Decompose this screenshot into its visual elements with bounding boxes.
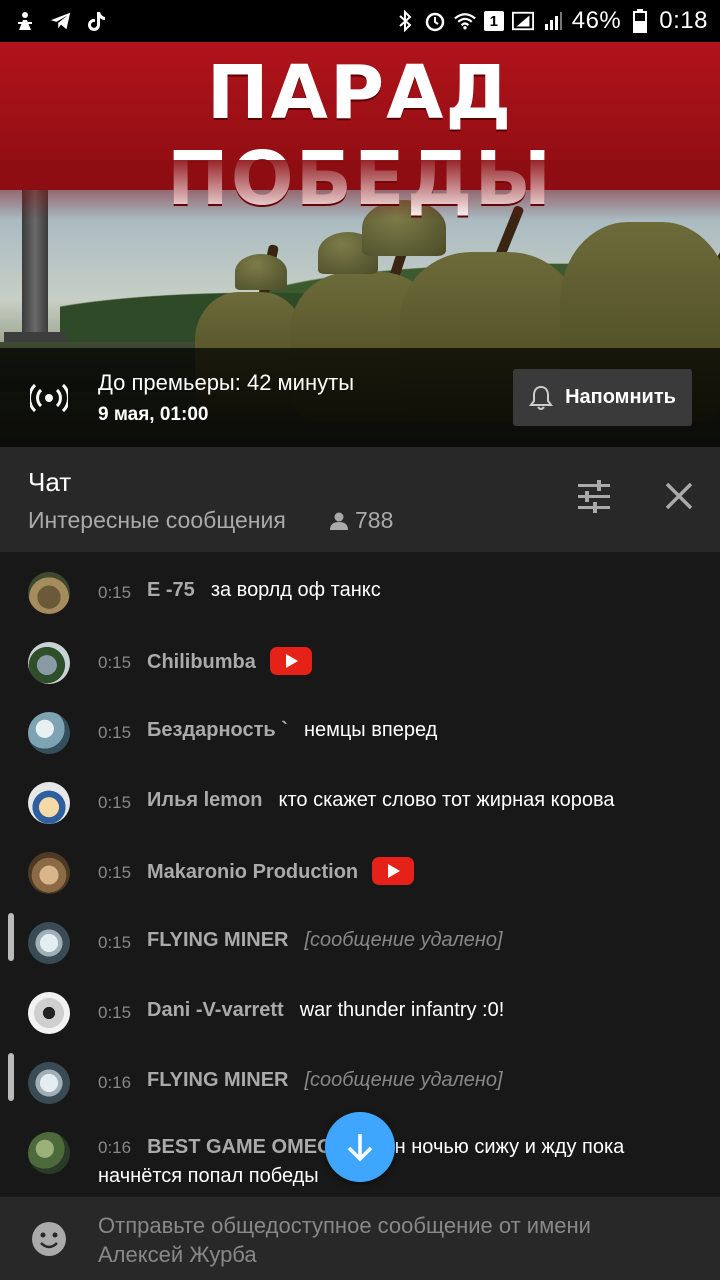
message-input[interactable]: Отправьте общедоступное сообщение от име… — [98, 1211, 658, 1269]
chat-message[interactable]: 0:15 FLYING MINER [сообщение удалено] — [0, 910, 720, 980]
chat-message[interactable]: 0:15 Бездарность ` немцы вперед — [0, 700, 720, 770]
message-text: за ворлд оф танкс — [210, 579, 381, 601]
thumbnail-title: ПАРАД ПОБЕДЫ — [166, 50, 554, 222]
message-author[interactable]: Chilibumba — [147, 651, 256, 673]
message-line: Илья lemon кто скажет слово тот жирная ко… — [147, 789, 615, 812]
message-line: FLYING MINER [сообщение удалено] — [147, 1069, 503, 1092]
sim-badge: 1 — [483, 11, 504, 31]
tiktok-icon — [86, 10, 108, 32]
person-walking-icon — [14, 10, 36, 32]
message-line: 0:16 BEST GAME OMEGA один ночью сижу и жду… — [98, 1133, 698, 1191]
scroll-to-bottom-button[interactable] — [325, 1112, 395, 1182]
message-line: E -75 за ворлд оф танкс — [147, 579, 381, 602]
premiere-bar: До премьеры: 42 минуты 9 мая, 01:00 Напо… — [0, 348, 720, 447]
message-line: Dani -V-varrett war thunder infantry :0! — [147, 999, 504, 1022]
message-author[interactable]: FLYING MINER — [147, 929, 289, 951]
message-author[interactable]: Илья lemon — [147, 789, 263, 811]
message-deleted: [сообщение удалено] — [304, 929, 503, 951]
video-thumbnail[interactable]: ПАРАД ПОБЕДЫ До премьеры: 42 минуты 9 ма… — [0, 42, 720, 447]
helmet-shape — [235, 254, 287, 290]
avatar[interactable] — [28, 642, 70, 684]
bell-icon — [529, 385, 554, 410]
telegram-icon — [50, 10, 72, 32]
status-bar-left — [14, 10, 108, 32]
avatar[interactable] — [28, 572, 70, 614]
battery-percent: 46% — [571, 7, 622, 34]
signal-icon — [511, 10, 534, 32]
message-author[interactable]: E -75 — [147, 579, 195, 601]
highlight-marker — [8, 913, 14, 961]
message-author[interactable]: FLYING MINER — [147, 1069, 289, 1091]
arrow-down-icon — [347, 1134, 373, 1162]
message-author[interactable]: BEST GAME OMEGA — [147, 1136, 347, 1158]
chat-title: Чат — [28, 467, 72, 497]
wifi-icon — [453, 10, 476, 32]
message-time: 0:15 — [98, 793, 132, 812]
close-icon[interactable] — [660, 477, 698, 515]
avatar[interactable] — [28, 1132, 70, 1174]
signal-icon-2 — [542, 10, 564, 32]
avatar[interactable] — [28, 852, 70, 894]
thumbnail-red-band: ПАРАД ПОБЕДЫ — [0, 42, 720, 222]
avatar[interactable] — [28, 712, 70, 754]
person-icon — [330, 512, 348, 530]
message-time: 0:15 — [98, 863, 132, 882]
premiere-date: 9 мая, 01:00 — [98, 404, 209, 425]
message-text: war thunder infantry :0! — [299, 999, 505, 1021]
chat-message[interactable]: 0:15 E -75 за ворлд оф танкс — [0, 560, 720, 630]
message-time: 0:16 — [98, 1073, 132, 1092]
youtube-badge-icon — [372, 857, 415, 885]
message-line: Makaronio Production — [147, 857, 415, 887]
battery-icon — [629, 9, 651, 33]
live-broadcast-icon — [30, 383, 68, 413]
status-bar: 1 46% 0:18 — [0, 0, 720, 42]
youtube-badge-icon — [269, 647, 312, 675]
chat-message[interactable]: 0:15 Илья lemon кто скажет слово тот жирн… — [0, 770, 720, 840]
chat-mode-selector[interactable]: Интересные сообщения — [28, 507, 286, 534]
message-time: 0:15 — [98, 583, 132, 602]
message-time: 0:16 — [98, 1138, 132, 1157]
message-line: Chilibumba — [147, 647, 312, 677]
bluetooth-icon — [394, 10, 416, 32]
chat-messages[interactable]: 0:15 E -75 за ворлд оф танкс 0:15 Chilibu… — [0, 552, 720, 1197]
message-text: кто скажет слово тот жирная корова — [278, 789, 615, 811]
chat-message[interactable]: 0:15 Dani -V-varrett war thunder infantry… — [0, 980, 720, 1050]
message-time: 0:15 — [98, 653, 132, 672]
chat-message[interactable]: 0:15 Makaronio Production — [0, 840, 720, 910]
avatar[interactable] — [28, 1062, 70, 1104]
message-time: 0:15 — [98, 933, 132, 952]
chat-message[interactable]: 0:16 FLYING MINER [сообщение удалено] — [0, 1050, 720, 1120]
alarm-icon — [424, 10, 446, 32]
filter-settings-icon[interactable] — [575, 477, 613, 515]
message-line: Бездарность ` немцы вперед — [147, 719, 437, 742]
chat-message[interactable]: 0:15 Chilibumba — [0, 630, 720, 700]
chat-input-bar[interactable]: Отправьте общедоступное сообщение от име… — [0, 1197, 720, 1280]
message-author[interactable]: Бездарность ` — [147, 719, 288, 741]
status-bar-right: 1 46% 0:18 — [394, 7, 708, 35]
message-author[interactable]: Makaronio Production — [147, 861, 358, 883]
avatar[interactable] — [28, 922, 70, 964]
remind-button-label: Напомнить — [565, 386, 676, 408]
chat-header: Чат Интересные сообщения 788 — [0, 447, 720, 552]
message-deleted: [сообщение удалено] — [304, 1069, 503, 1091]
viewer-count-value: 788 — [355, 507, 394, 533]
message-time: 0:15 — [98, 723, 132, 742]
message-text: немцы вперед — [303, 719, 438, 741]
avatar[interactable] — [28, 992, 70, 1034]
remind-button[interactable]: Напомнить — [513, 369, 692, 426]
message-line: FLYING MINER [сообщение удалено] — [147, 929, 503, 952]
highlight-marker — [8, 1053, 14, 1101]
avatar[interactable] — [28, 782, 70, 824]
premiere-countdown: До премьеры: 42 минуты — [98, 370, 355, 395]
message-author[interactable]: Dani -V-varrett — [147, 999, 284, 1021]
clock: 0:18 — [659, 7, 708, 34]
emoji-icon[interactable] — [30, 1220, 68, 1258]
message-time: 0:15 — [98, 1003, 132, 1022]
viewer-count: 788 — [329, 507, 393, 534]
